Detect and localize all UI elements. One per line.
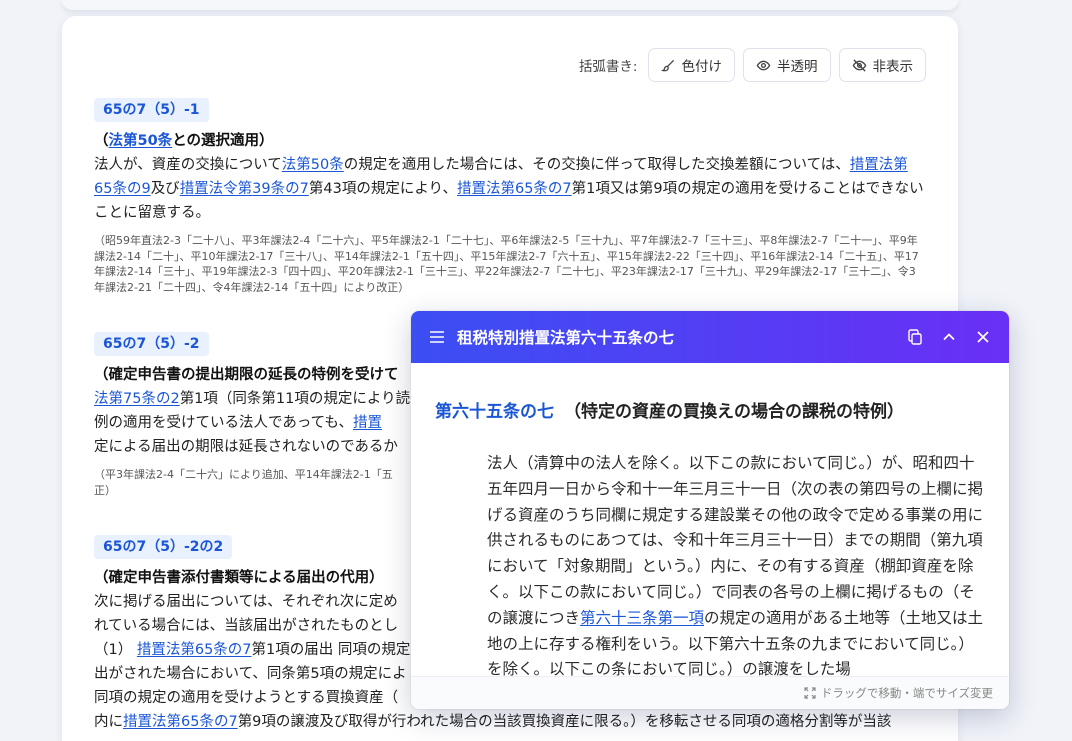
menu-icon[interactable] [429, 330, 445, 344]
law-link[interactable]: 法第75条の2 [94, 391, 180, 407]
resize-icon [804, 687, 816, 699]
law-link[interactable]: 措置法第65条の7 [457, 181, 572, 197]
hide-label: 非表示 [872, 59, 914, 75]
law-link[interactable]: 措置法第65条の7 [137, 642, 252, 658]
section-65-7-5-1: 65の7（5）-1 （法第50条との選択適用） 法人が、資産の交換について法第5… [94, 98, 926, 295]
close-icon[interactable] [975, 329, 991, 345]
article-link[interactable]: 第六十三条第一項 [580, 609, 704, 627]
popup-header[interactable]: 租税特別措置法第六十五条の七 [411, 311, 1009, 363]
colorize-button[interactable]: 色付け [647, 48, 735, 82]
heading-rest: との選択適用） [172, 133, 274, 149]
brush-icon [660, 59, 674, 71]
body-text: 第43項の規定により、 [308, 181, 457, 197]
law-link[interactable]: 措置 [353, 415, 382, 431]
article-text: 法人（清算中の法人を除く。以下この款において同じ。）が、昭和四十五年四月一日から… [487, 451, 985, 676]
body-text: 例の適用を受けている法人であっても、 [94, 415, 353, 431]
section-number-badge: 65の7（5）-2の2 [94, 535, 233, 559]
section-number-badge: 65の7（5）-1 [94, 98, 209, 122]
translucent-label: 半透明 [777, 59, 818, 75]
body-text: 法人が、資産の交換について [94, 157, 282, 173]
body-text: 第9項の譲渡及び取得が行われた場合の当該買換資産に限る。）を移転させる同項の適格… [237, 714, 892, 730]
body-text: 第1項（同条第11項の規定により読 [179, 391, 411, 407]
section-heading: （法第50条との選択適用） [94, 129, 926, 153]
heading-paren: （ [94, 133, 109, 149]
amendment-note: （昭59年直法2-3「二十八」、平3年課法2-4「二十六」、平5年課法2-1「二… [94, 234, 919, 294]
article-text-part: 法人（清算中の法人を除く。以下この款において同じ。）が、昭和四十五年四月一日から… [487, 454, 984, 627]
bracket-toolbar: 括弧書き: 色付け 半透明 非表示 [579, 48, 926, 82]
hide-button[interactable]: 非表示 [838, 48, 926, 82]
article-title: 第六十五条の七 （特定の資産の買換えの場合の課税の特例） [435, 397, 904, 422]
law-link[interactable]: 法第50条 [282, 157, 344, 173]
popup-actions [907, 329, 991, 345]
popup-body[interactable]: 第六十五条の七 （特定の資産の買換えの場合の課税の特例） 法人（清算中の法人を除く… [411, 363, 1009, 676]
article-number: 第六十五条の七 [435, 402, 554, 422]
law-link[interactable]: 措置法第65条の7 [123, 714, 238, 730]
heading-link[interactable]: 法第50条 [109, 133, 173, 149]
body-text: 及び [150, 181, 180, 197]
previous-card-edge [62, 0, 958, 10]
body-text: 内に [94, 714, 123, 730]
item-number: （1） [94, 642, 133, 658]
popup-title: 租税特別措置法第六十五条の七 [457, 329, 675, 347]
article-popup[interactable]: 租税特別措置法第六十五条の七 第六十五条の七 （特定の資産の買換えの場合の課税の特… [411, 311, 1009, 709]
law-link[interactable]: 措置法令第39条の7 [180, 181, 309, 197]
copy-icon[interactable] [907, 329, 923, 345]
colorize-label: 色付け [681, 59, 723, 75]
section-number-badge: 65の7（5）-2 [94, 332, 209, 356]
eye-icon [756, 60, 771, 70]
toolbar-label: 括弧書き: [578, 59, 638, 75]
translucent-button[interactable]: 半透明 [743, 48, 831, 82]
section-body: 法人が、資産の交換について法第50条の規定を適用した場合には、その交換に伴って取… [94, 153, 926, 225]
popup-footer: ドラッグで移動・端でサイズ変更 [411, 676, 1009, 709]
chevron-up-icon[interactable] [941, 329, 957, 345]
popup-footer-hint: ドラッグで移動・端でサイズ変更 [820, 686, 993, 700]
eye-off-icon [852, 58, 866, 72]
article-caption: （特定の資産の買換えの場合の課税の特例） [564, 402, 904, 422]
body-text: の規定を適用した場合には、その交換に伴って取得した交換差額については、 [343, 157, 850, 173]
